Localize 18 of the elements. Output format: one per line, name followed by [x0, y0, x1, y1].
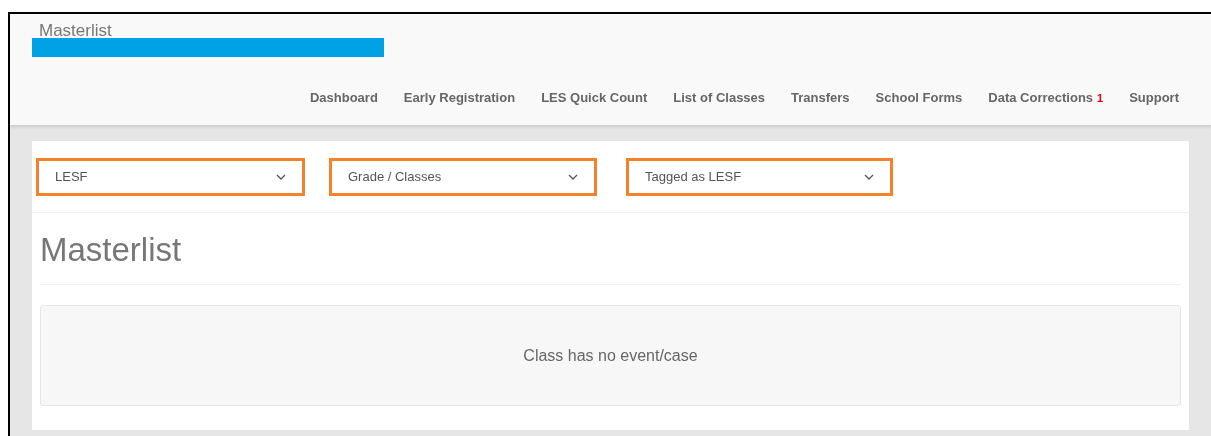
filter-select[interactable]: Grade / Classes: [329, 157, 597, 196]
chevron-down-icon: [276, 173, 286, 180]
nav-link[interactable]: Support: [1129, 87, 1179, 107]
brand-title: Masterlist: [39, 22, 112, 39]
nav-link[interactable]: Early Registration: [403, 87, 516, 107]
filter-select[interactable]: Tagged as LESF: [626, 157, 893, 196]
nav-link[interactable]: Dashboard: [309, 87, 378, 107]
filter-select[interactable]: LESF: [36, 157, 305, 196]
page-heading: Masterlist: [40, 233, 183, 266]
nav-link[interactable]: School Forms: [875, 87, 963, 107]
nav-link[interactable]: LES Quick Count: [541, 87, 648, 107]
chevron-down-icon: [568, 173, 578, 180]
nav-link[interactable]: Data Corrections 1: [988, 87, 1104, 107]
chevron-down-icon: [864, 173, 874, 180]
nav-link[interactable]: List of Classes: [673, 87, 766, 107]
notification-count: 1: [1097, 91, 1104, 104]
empty-message: Class has no event/case: [523, 345, 698, 366]
nav-link[interactable]: Transfers: [791, 87, 850, 107]
